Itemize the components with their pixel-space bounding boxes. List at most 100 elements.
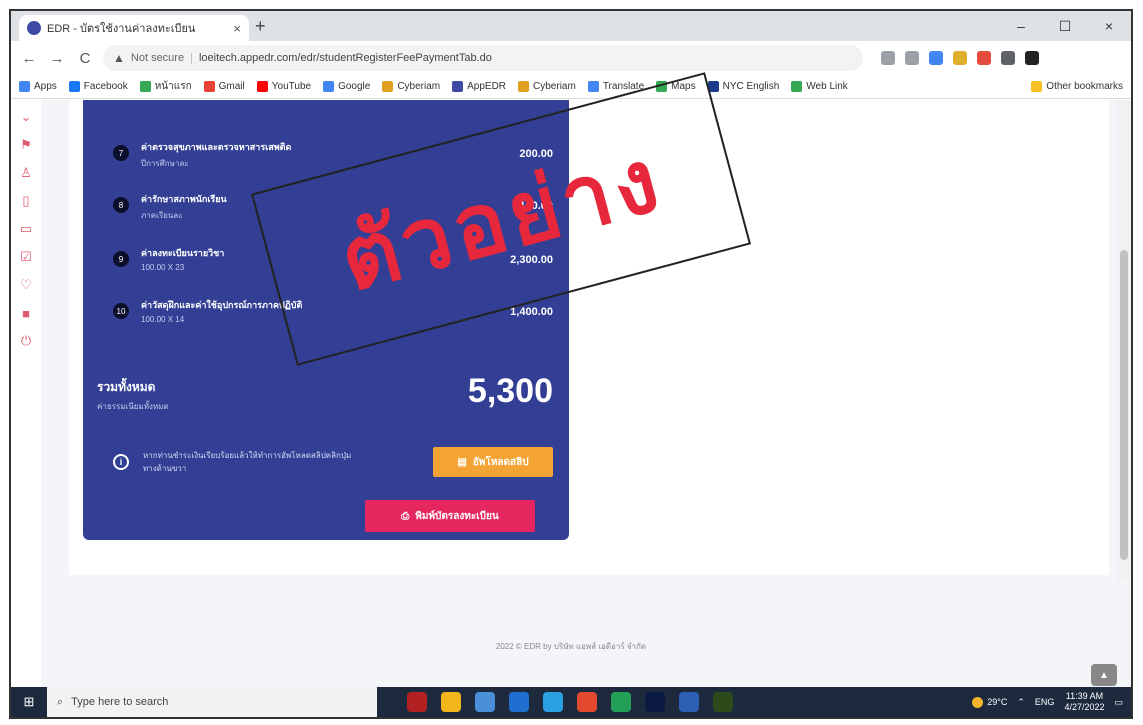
bookmark-apps[interactable]: Apps: [19, 81, 57, 92]
print-registration-button[interactable]: ⎙ พิมพ์บัตรลงทะเบียน: [365, 500, 535, 532]
chrome-icon[interactable]: [577, 692, 597, 712]
lang-indicator[interactable]: ENG: [1035, 697, 1055, 707]
bookmark-label: Google: [338, 81, 371, 92]
reload-button[interactable]: C: [75, 50, 95, 67]
sidebar-briefcase-icon[interactable]: ■: [11, 302, 41, 324]
close-window-button[interactable]: ×: [1087, 18, 1131, 34]
bookmark-label: AppEDR: [467, 81, 507, 92]
tab-title: EDR - บัตรใช้งานค่าลงทะเบียน: [47, 23, 196, 35]
bookmark-label: Apps: [34, 81, 57, 92]
total-sub: ค่าธรรมเนียมทั้งหมด: [97, 402, 169, 411]
google-icon: [323, 81, 335, 92]
share-icon[interactable]: [881, 51, 895, 65]
bookmark-web-link[interactable]: Web Link: [791, 81, 848, 92]
info-row: i หากท่านชำระเงินเรียบร้อยแล้วให้ทำการอั…: [113, 447, 553, 477]
bookmark-label: Gmail: [218, 81, 245, 92]
bookmark-label: Web Link: [806, 81, 848, 92]
url-text[interactable]: loeitech.appedr.com/edr/studentRegisterF…: [199, 52, 492, 64]
minimize-button[interactable]: –: [999, 18, 1043, 34]
bookmark-facebook[interactable]: Facebook: [68, 81, 128, 92]
sidebar-card-icon[interactable]: ▭: [11, 218, 41, 240]
upload-slip-label: อัพโหลดสลิป: [472, 456, 529, 468]
tray-chevron-icon[interactable]: ⌃: [1017, 697, 1025, 708]
bookmark-google[interactable]: Google: [323, 81, 370, 92]
youtube-icon: [256, 81, 268, 92]
maximize-button[interactable]: ☐: [1043, 18, 1087, 35]
clock-time: 11:39 AM: [1065, 691, 1104, 701]
bookmark-cyberiam[interactable]: Cyberiam: [382, 81, 440, 92]
folder-icon: [1031, 81, 1043, 92]
sidebar-power-icon[interactable]: ⏻: [11, 330, 41, 352]
store-icon[interactable]: [475, 692, 495, 712]
sidebar-user-icon[interactable]: ♙: [11, 162, 41, 184]
info-text: หากท่านชำระเงินเรียบร้อยแล้วให้ทำการอัพโ…: [143, 451, 352, 473]
edge-icon[interactable]: [543, 692, 563, 712]
upload-slip-button[interactable]: ▤ อัพโหลดสลิป: [433, 447, 553, 477]
sidebar: ⌄ ⚑ ♙ ▯ ▭ ☑ ♡ ■ ⏻: [11, 100, 41, 690]
dreamweaver-icon[interactable]: [713, 692, 733, 712]
sidebar-flag-icon[interactable]: ⚑: [11, 134, 41, 156]
windows-start-icon[interactable]: ⊞: [11, 687, 47, 717]
star-icon[interactable]: [905, 51, 919, 65]
bookmark-cyberiam-2[interactable]: Cyberiam: [518, 81, 576, 92]
temperature: 29°C: [987, 697, 1008, 707]
back-button[interactable]: ←: [19, 50, 39, 67]
new-tab-button[interactable]: +: [255, 16, 266, 37]
search-placeholder: Type here to search: [71, 696, 169, 708]
filezilla-icon[interactable]: [407, 692, 427, 712]
extension-icons: [881, 51, 1039, 65]
taskbar-search[interactable]: ⌕ Type here to search: [47, 687, 377, 717]
link-icon: [791, 81, 803, 92]
edr-favicon-icon: [27, 21, 41, 35]
clock[interactable]: 11:39 AM 4/27/2022: [1064, 691, 1104, 713]
omnibox-separator: |: [190, 52, 193, 64]
sidebar-checklist-icon[interactable]: ☑: [11, 246, 41, 268]
system-tray: 29°C ⌃ ENG 11:39 AM 4/27/2022 ▭: [972, 691, 1131, 713]
printer-icon: ⎙: [401, 510, 410, 522]
extension-icon[interactable]: [977, 51, 991, 65]
warning-icon: ▲: [113, 51, 125, 65]
puzzle-icon[interactable]: [1001, 51, 1015, 65]
notifications-icon[interactable]: ▭: [1114, 697, 1123, 708]
bookmark-appedr[interactable]: AppEDR: [452, 81, 506, 92]
total-amount: 5,300: [467, 372, 553, 410]
bookmark-gmail[interactable]: Gmail: [203, 81, 245, 92]
page-footer: 2022 © EDR by บริษัท แอพส์ เอดีอาร์ จำกั…: [495, 642, 647, 651]
forward-button[interactable]: →: [47, 50, 67, 67]
other-bookmarks[interactable]: Other bookmarks: [1031, 81, 1123, 92]
file-explorer-icon[interactable]: [441, 692, 461, 712]
bookmark-nyc-english[interactable]: NYC English: [707, 81, 779, 92]
line-icon[interactable]: [611, 692, 631, 712]
clock-date: 4/27/2022: [1064, 702, 1105, 712]
scrollbar[interactable]: [1117, 100, 1131, 580]
scroll-top-button[interactable]: ▲: [1091, 664, 1117, 686]
scrollbar-thumb[interactable]: [1120, 250, 1128, 560]
bookmark-label: Cyberiam: [397, 81, 441, 92]
weather-widget[interactable]: 29°C: [972, 696, 1008, 708]
mail-icon[interactable]: [509, 692, 529, 712]
window-controls: – ☐ ×: [999, 11, 1131, 41]
sidebar-chevron-icon[interactable]: ⌄: [11, 106, 41, 128]
photoshop-icon[interactable]: [645, 692, 665, 712]
tab-close-icon[interactable]: ×: [233, 21, 241, 36]
sidebar-document-icon[interactable]: ▯: [11, 190, 41, 212]
total-row: รวมทั้งหมด ค่าธรรมเนียมทั้งหมด 5,300: [97, 372, 553, 413]
home-icon: [139, 81, 151, 92]
bookmark-youtube[interactable]: YouTube: [256, 81, 311, 92]
sun-icon: [972, 696, 984, 708]
windows-taskbar: ⊞ ⌕ Type here to search 29°C ⌃ ENG 11:39…: [11, 687, 1131, 717]
bookmark-home[interactable]: หน้าแรก: [139, 79, 192, 94]
word-icon[interactable]: [679, 692, 699, 712]
total-label: รวมทั้งหมด: [97, 380, 156, 394]
address-bar[interactable]: ▲ Not secure | loeitech.appedr.com/edr/s…: [103, 45, 863, 71]
extension-icon[interactable]: [953, 51, 967, 65]
bookmark-label: Facebook: [83, 81, 128, 92]
info-icon: i: [113, 454, 129, 470]
browser-tab[interactable]: EDR - บัตรใช้งานค่าลงทะเบียน ×: [19, 15, 249, 41]
extension-icon[interactable]: [929, 51, 943, 65]
profile-icon[interactable]: [1025, 51, 1039, 65]
sidebar-heart-icon[interactable]: ♡: [11, 274, 41, 296]
item-number: 9: [113, 251, 129, 267]
browser-toolbar: ← → C ▲ Not secure | loeitech.appedr.com…: [11, 41, 1131, 75]
bookmark-label: Cyberiam: [533, 81, 576, 92]
